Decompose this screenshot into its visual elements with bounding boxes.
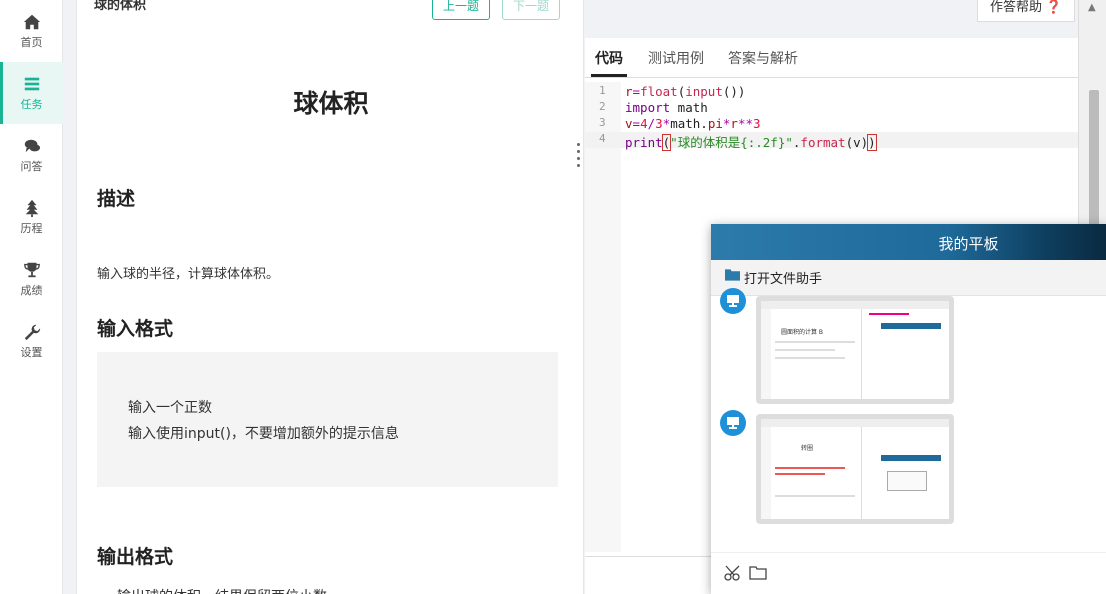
monitor-icon (727, 417, 739, 429)
tablet-header[interactable]: 我的平板 (711, 224, 1106, 260)
file-helper-bar[interactable]: 打开文件助手 (711, 260, 1106, 296)
scroll-up-icon[interactable]: ▲ (1088, 2, 1096, 13)
screenshot-thumbnail[interactable]: 转圈 (756, 414, 954, 524)
sidebar-item-qa[interactable]: 问答 (0, 124, 63, 186)
sidebar-item-label: 成绩 (20, 283, 43, 297)
editor-header: 作答帮助 ❓ (585, 0, 1106, 38)
editor-tabs: 代码 测试用例 答案与解析 (585, 38, 1078, 78)
app-root: 首页 任务 问答 历程 成绩 设置 球的体积 上一题 下一题 球体积 描述 输入… (0, 0, 1106, 594)
code-line[interactable]: 3 v=4/3*math.pi*r**3 (585, 116, 1078, 132)
help-button[interactable]: 作答帮助 ❓ (977, 0, 1075, 22)
chat-icon (24, 139, 40, 152)
input-format-box: 输入一个正数 输入使用input()，不要增加额外的提示信息 (97, 352, 558, 487)
home-icon (23, 14, 40, 29)
sidebar-item-scores[interactable]: 成绩 (0, 248, 63, 310)
page-title: 球体积 (293, 89, 369, 118)
tablet-title: 我的平板 (938, 235, 999, 253)
line-number: 3 (599, 116, 606, 129)
folder-icon[interactable] (749, 564, 767, 582)
tab-answers[interactable]: 答案与解析 (728, 48, 798, 68)
avatar (720, 288, 746, 314)
question-circle-icon: ❓ (1045, 0, 1062, 14)
trophy-icon (23, 262, 40, 277)
screenshot-thumbnail[interactable]: 圆面积的计算 B (756, 296, 954, 404)
output-format-text: 输出球的体积，结果保留两位小数 (117, 586, 327, 594)
folder-icon (725, 269, 740, 281)
sidebar-item-label: 设置 (20, 345, 43, 359)
sidebar-item-settings[interactable]: 设置 (0, 310, 63, 372)
code-line[interactable]: 2 import math (585, 100, 1078, 116)
description-heading: 描述 (97, 188, 136, 210)
sidebar-item-label: 历程 (20, 221, 43, 235)
help-button-label: 作答帮助 (990, 0, 1043, 14)
sidebar-item-label: 任务 (20, 97, 43, 111)
prev-problem-button[interactable]: 上一题 (432, 0, 491, 20)
tasks-icon (24, 77, 39, 90)
scissors-icon[interactable] (724, 564, 742, 582)
sidebar: 首页 任务 问答 历程 成绩 设置 (0, 0, 63, 594)
tablet-footer (711, 552, 1106, 594)
thumbnail-image: 圆面积的计算 B (761, 301, 949, 399)
sidebar-item-tasks[interactable]: 任务 (0, 62, 63, 124)
code-line[interactable]: 4 print("球的体积是{:.2f}".format(v)) (585, 132, 1078, 151)
line-number: 1 (599, 84, 606, 97)
tablet-window: 我的平板 打开文件助手 圆面积的计算 B 转圈 (711, 224, 1106, 594)
avatar (720, 410, 746, 436)
tab-test-cases[interactable]: 测试用例 (648, 48, 704, 68)
sidebar-item-label: 问答 (20, 159, 43, 173)
problem-panel: 球的体积 上一题 下一题 球体积 描述 输入球的半径，计算球体体积。 输入格式 … (76, 0, 584, 594)
output-format-heading: 输出格式 (97, 546, 174, 568)
code-line-text: import math (625, 100, 708, 115)
active-tab-indicator (591, 74, 627, 77)
file-helper-label: 打开文件助手 (744, 272, 823, 287)
description-text: 输入球的半径，计算球体体积。 (97, 267, 280, 282)
next-problem-button[interactable]: 下一题 (502, 0, 561, 20)
input-format-line: 输入使用input()，不要增加额外的提示信息 (128, 426, 399, 442)
line-number: 4 (599, 132, 606, 145)
code-line[interactable]: 1 r=float(input()) (585, 84, 1078, 100)
sidebar-item-history[interactable]: 历程 (0, 186, 63, 248)
input-format-heading: 输入格式 (97, 318, 174, 340)
monitor-icon (727, 295, 739, 307)
problem-header-title: 球的体积 (94, 0, 147, 13)
thumbnail-title: 圆面积的计算 B (781, 329, 824, 336)
sidebar-item-home[interactable]: 首页 (0, 0, 63, 62)
scrollbar-thumb[interactable] (1089, 90, 1099, 230)
wrench-icon (24, 324, 40, 340)
panel-resize-handle[interactable] (577, 143, 581, 177)
code-line-text: r=float(input()) (625, 84, 746, 99)
input-format-line: 输入一个正数 (128, 400, 212, 416)
code-line-text: print("球的体积是{:.2f}".format(v)) (625, 134, 877, 151)
tab-code[interactable]: 代码 (595, 48, 623, 68)
thumbnail-title: 转圈 (801, 445, 814, 452)
line-number: 2 (599, 100, 606, 113)
thumbnail-image: 转圈 (761, 419, 949, 519)
code-line-text: v=4/3*math.pi*r**3 (625, 116, 761, 131)
line-gutter (585, 82, 621, 552)
sidebar-item-label: 首页 (20, 35, 43, 49)
tree-icon (25, 199, 38, 217)
